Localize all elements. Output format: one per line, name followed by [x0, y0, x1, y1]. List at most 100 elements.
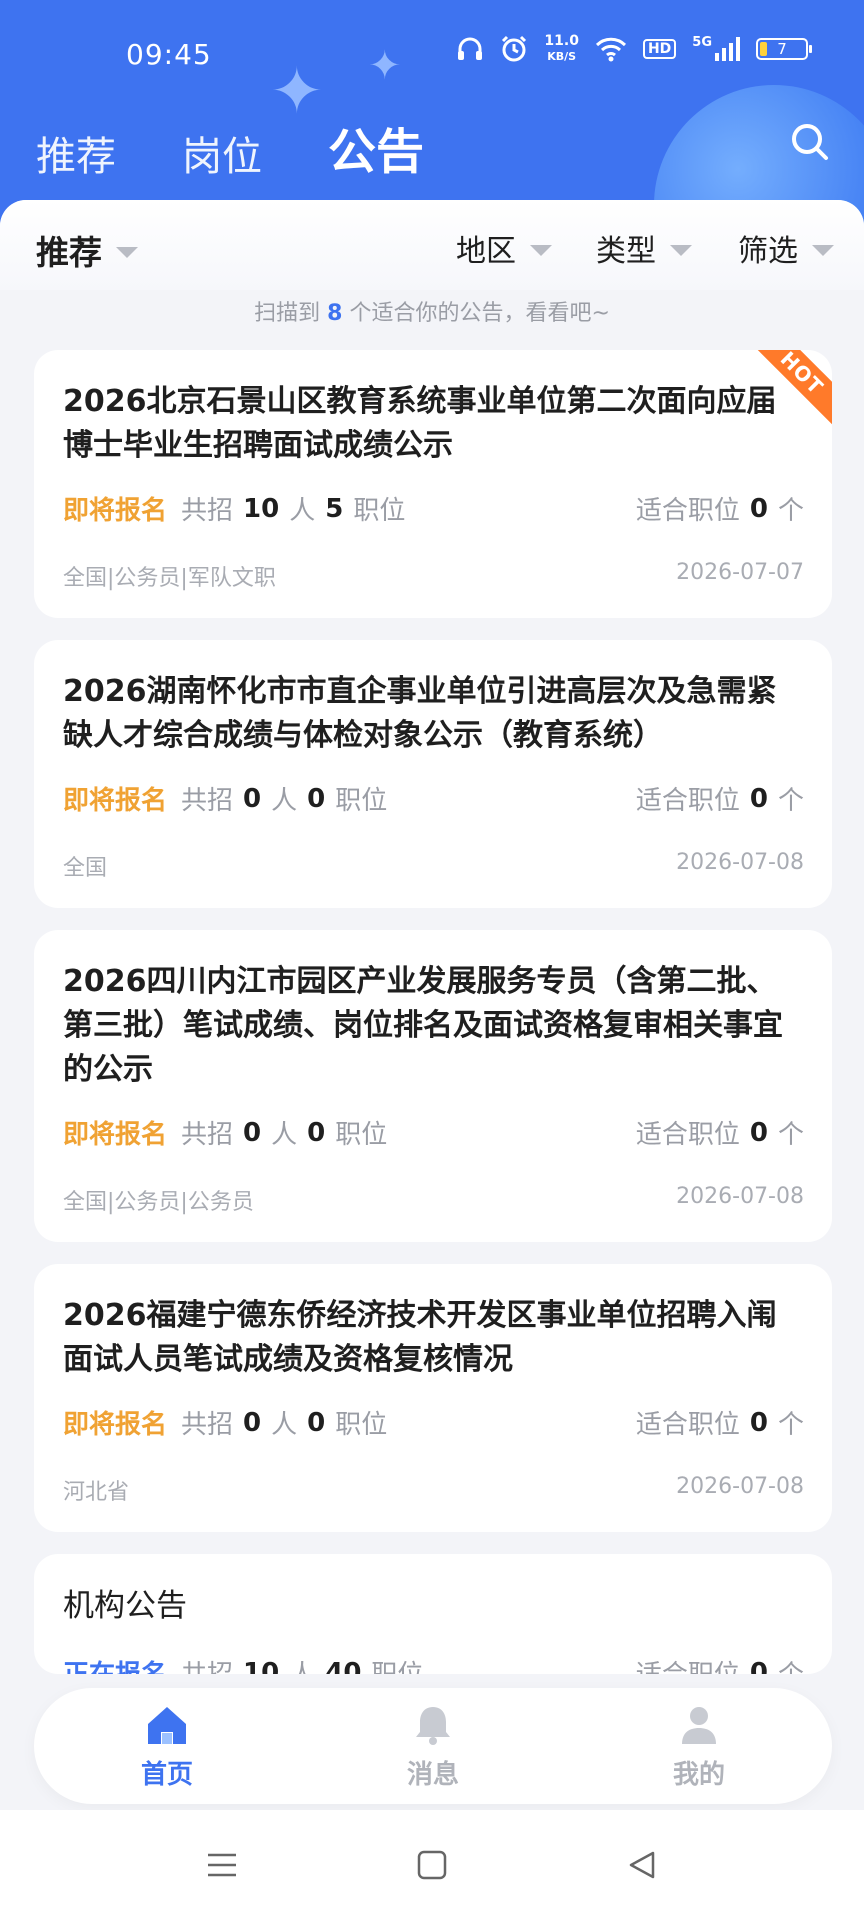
- battery-level: 7: [777, 40, 787, 58]
- filter-screen[interactable]: 筛选: [738, 226, 834, 270]
- card-date: 2026-07-08: [676, 1474, 804, 1499]
- filter-type[interactable]: 类型: [596, 226, 692, 270]
- net-speed-value: 11.0: [544, 33, 579, 49]
- filter-screen-label: 筛选: [738, 234, 798, 269]
- match-unit: 个: [777, 1120, 804, 1150]
- card-date: 2026-07-07: [676, 560, 804, 585]
- alarm-icon: [502, 35, 527, 62]
- scan-hint-suffix: 个适合你的公告，看看吧~: [349, 301, 610, 326]
- back-triangle-icon[interactable]: [625, 1848, 659, 1882]
- bell-icon: [416, 1706, 450, 1745]
- recruit-people: 0: [243, 783, 262, 814]
- nav-profile[interactable]: 我的: [619, 1702, 779, 1791]
- home-icon: [148, 1706, 186, 1744]
- card-tags: 全国: [63, 856, 108, 881]
- top-tabs: 推荐 岗位 公告: [36, 112, 424, 182]
- match-label: 适合职位: [635, 786, 740, 816]
- tab-announcements[interactable]: 公告: [328, 112, 424, 182]
- search-button[interactable]: [786, 118, 834, 166]
- signal-bars-icon: [715, 37, 740, 61]
- people-unit: 人: [271, 786, 298, 816]
- card-footer: 全国 2026-07-08: [63, 850, 804, 882]
- recruit-positions: 0: [307, 1117, 326, 1148]
- nav-home[interactable]: 首页: [87, 1702, 247, 1791]
- person-icon: [682, 1706, 716, 1744]
- recruit-positions: 0: [307, 783, 326, 814]
- match-unit: 个: [777, 786, 804, 816]
- match-label: 适合职位: [635, 496, 740, 526]
- status-time: 09:45: [126, 38, 212, 71]
- scan-hint: 扫描到 8 个适合你的公告，看看吧~: [0, 295, 864, 327]
- recruit-label: 共招: [181, 786, 234, 816]
- positions-unit: 职位: [353, 496, 406, 526]
- match-count: 0: [749, 1657, 768, 1675]
- nav-profile-label: 我的: [672, 1759, 725, 1790]
- recruit-label: 共招: [181, 1410, 234, 1440]
- card-title: 2026福建宁德东侨经济技术开发区事业单位招聘入闱面试人员笔试成绩及资格复核情况: [63, 1298, 777, 1377]
- match-label: 适合职位: [635, 1410, 740, 1440]
- filter-recommend[interactable]: 推荐: [36, 226, 138, 274]
- recruit-people: 10: [243, 493, 280, 524]
- positions-unit: 职位: [335, 1120, 388, 1150]
- registration-status: 即将报名: [63, 786, 168, 816]
- match-unit: 个: [777, 1410, 804, 1440]
- card-meta: 正在报名 共招 10 人 40 职位 适合职位 0 个: [63, 1654, 804, 1675]
- match-count: 0: [749, 1117, 768, 1148]
- announcement-card[interactable]: 2026四川内江市园区产业发展服务专员（含第二批、第三批）笔试成绩、岗位排名及面…: [34, 930, 832, 1242]
- match-count: 0: [749, 1407, 768, 1438]
- card-title: 2026北京石景山区教育系统事业单位第二次面向应届博士毕业生招聘面试成绩公示: [63, 384, 777, 463]
- system-nav-bar: [0, 1810, 864, 1920]
- match-unit: 个: [778, 1654, 804, 1674]
- recruit-positions: 40: [325, 1657, 362, 1675]
- filter-bar: 推荐 地区 类型 筛选: [0, 200, 864, 290]
- hd-badge: HD: [642, 39, 677, 59]
- recruit-label: 共招: [181, 1654, 233, 1674]
- wifi-icon: [595, 37, 626, 62]
- menu-icon[interactable]: [205, 1848, 239, 1882]
- filter-region[interactable]: 地区: [456, 226, 552, 270]
- announcement-card[interactable]: 机构公告 正在报名 共招 10 人 40 职位 适合职位 0 个: [34, 1554, 832, 1674]
- card-meta: 即将报名 共招 10 人 5 职位 适合职位 0 个: [63, 490, 804, 527]
- positions-unit: 职位: [335, 1410, 388, 1440]
- announcement-card[interactable]: HOT 2026北京石景山区教育系统事业单位第二次面向应届博士毕业生招聘面试成绩…: [34, 350, 832, 618]
- scan-hint-prefix: 扫描到: [254, 301, 321, 326]
- nav-messages[interactable]: 消息: [353, 1702, 513, 1791]
- card-footer: 全国|公务员|军队文职 2026-07-07: [63, 560, 804, 592]
- registration-status: 即将报名: [63, 1120, 168, 1150]
- tab-recommend[interactable]: 推荐: [36, 124, 116, 182]
- filter-recommend-label: 推荐: [36, 233, 102, 272]
- recruit-people: 0: [243, 1407, 262, 1438]
- tab-positions[interactable]: 岗位: [182, 124, 262, 182]
- people-unit: 人: [271, 1120, 298, 1150]
- match-count: 0: [749, 783, 768, 814]
- filter-region-label: 地区: [456, 234, 516, 269]
- card-footer: 河北省 2026-07-08: [63, 1474, 804, 1506]
- announcement-card[interactable]: 2026福建宁德东侨经济技术开发区事业单位招聘入闱面试人员笔试成绩及资格复核情况…: [34, 1264, 832, 1532]
- card-tags: 全国|公务员|公务员: [63, 1190, 254, 1215]
- status-bar: 09:45 11.0 KB/S HD 5G 7: [0, 0, 864, 110]
- net-speed-unit: KB/S: [547, 50, 577, 63]
- recruit-people: 10: [243, 1657, 280, 1675]
- home-square-icon[interactable]: [415, 1848, 449, 1882]
- recruit-label: 共招: [181, 1120, 234, 1150]
- network-type: 5G: [692, 35, 712, 50]
- cell-signal: 5G: [692, 35, 740, 61]
- card-title: 机构公告: [63, 1588, 187, 1624]
- caret-down-icon: [670, 244, 692, 256]
- card-title: 2026湖南怀化市市直企事业单位引进高层次及急需紧缺人才综合成绩与体检对象公示（…: [63, 674, 777, 753]
- people-unit: 人: [271, 1410, 298, 1440]
- recruit-people: 0: [243, 1117, 262, 1148]
- recruit-positions: 5: [325, 493, 344, 524]
- recruit-positions: 0: [307, 1407, 326, 1438]
- app-header: ✦ ✦ 09:45 11.0 KB/S HD 5G 7 推荐 岗位 公告: [0, 0, 864, 230]
- registration-status: 正在报名: [63, 1654, 167, 1674]
- card-meta: 即将报名 共招 0 人 0 职位 适合职位 0 个: [63, 1404, 804, 1441]
- announcement-card[interactable]: 2026湖南怀化市市直企事业单位引进高层次及急需紧缺人才综合成绩与体检对象公示（…: [34, 640, 832, 908]
- match-label: 适合职位: [636, 1654, 740, 1674]
- positions-unit: 职位: [335, 786, 388, 816]
- caret-down-icon: [812, 244, 834, 256]
- bottom-nav: 首页 消息 我的: [34, 1688, 832, 1804]
- match-unit: 个: [777, 496, 804, 526]
- caret-down-icon: [116, 246, 138, 258]
- caret-down-icon: [530, 244, 552, 256]
